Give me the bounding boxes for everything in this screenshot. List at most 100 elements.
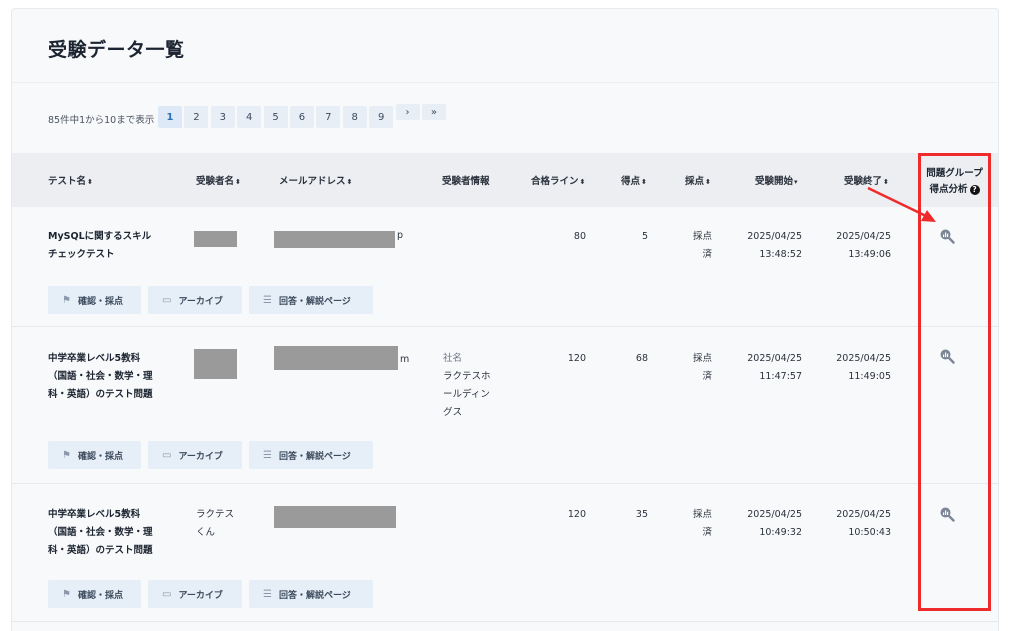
redacted-email	[274, 231, 395, 248]
redacted-examinee	[194, 349, 237, 379]
page-button-6[interactable]: 6	[289, 106, 314, 128]
grading-line: 済	[702, 527, 712, 538]
button-label: 回答・解説ページ	[278, 296, 351, 307]
answers-page-button[interactable]: ☰ 回答・解説ページ	[249, 441, 373, 469]
archive-button[interactable]: ▭ アーカイブ	[148, 580, 242, 608]
confirm-grade-button[interactable]: ⚑ 確認・採点	[48, 286, 141, 314]
row-divider	[12, 483, 998, 484]
list-icon: ☰	[263, 449, 272, 461]
answers-page-button[interactable]: ☰ 回答・解説ページ	[249, 580, 373, 608]
column-label: テスト名	[48, 176, 87, 187]
column-label: 採点	[685, 176, 705, 187]
test-name-line: 中学卒業レベル5教科	[48, 353, 141, 364]
help-icon[interactable]: ?	[969, 184, 980, 195]
page-button-1[interactable]: 1	[158, 106, 182, 128]
end-cell: 2025/04/25 13:49:06	[829, 228, 891, 264]
column-label: メールアドレス	[279, 176, 346, 187]
page-last-button[interactable]: »	[421, 104, 446, 120]
column-group-analysis: 問題グループ 得点分析?	[921, 166, 988, 198]
folder-icon: ▭	[162, 588, 172, 600]
end-date: 2025/04/25	[836, 509, 891, 520]
list-icon: ☰	[263, 294, 272, 306]
grading-line: 採点	[692, 353, 712, 364]
column-label: 得点	[621, 176, 641, 187]
column-grading[interactable]: 採点⬍	[685, 173, 711, 187]
column-label: 得点分析	[929, 184, 968, 195]
column-email[interactable]: メールアドレス⬍	[279, 173, 352, 187]
column-examinee-name[interactable]: 受験者名⬍	[196, 173, 241, 187]
grading-cell: 採点 済	[682, 228, 712, 264]
test-name-line: チェックテスト	[48, 249, 115, 260]
end-date: 2025/04/25	[836, 353, 891, 364]
column-examinee-info: 受験者情報	[442, 176, 490, 187]
page-button-8[interactable]: 8	[342, 106, 367, 128]
examinee-name-cell: ラクテス くん	[196, 506, 234, 542]
button-label: 確認・採点	[77, 590, 123, 601]
page-button-5[interactable]: 5	[263, 106, 288, 128]
page-button-7[interactable]: 7	[316, 106, 341, 128]
flag-icon: ⚑	[62, 588, 71, 600]
test-name-line: （国語・社会・数学・理	[48, 527, 153, 538]
end-date: 2025/04/25	[836, 231, 891, 242]
test-name-line: MySQLに関するスキル	[48, 231, 152, 242]
page-button-9[interactable]: 9	[369, 106, 394, 128]
confirm-grade-button[interactable]: ⚑ 確認・採点	[48, 580, 141, 608]
info-label: 社名	[443, 353, 463, 364]
column-score[interactable]: 得点⬍	[621, 173, 647, 187]
sort-desc-icon: ▾	[794, 178, 798, 186]
examinee-name-line: くん	[196, 527, 216, 538]
page-button-2[interactable]: 2	[184, 106, 209, 128]
column-start[interactable]: 受験開始▾	[755, 173, 798, 187]
end-cell: 2025/04/25 11:49:05	[829, 350, 891, 386]
info-line: グス	[443, 407, 463, 418]
email-tail: p	[397, 230, 404, 241]
row-divider	[12, 326, 998, 327]
test-name-cell: 中学卒業レベル5教科 （国語・社会・数学・理 科・英語）のテスト問題	[48, 350, 153, 404]
end-cell: 2025/04/25 10:50:43	[829, 506, 891, 542]
redacted-examinee	[194, 231, 237, 247]
start-cell: 2025/04/25 10:49:32	[740, 506, 802, 542]
score-cell: 5	[641, 231, 648, 242]
grading-line: 採点	[692, 231, 712, 242]
sort-icon: ⬍	[235, 178, 241, 186]
test-name-line: 科・英語）のテスト問題	[48, 545, 153, 556]
column-test-name[interactable]: テスト名⬍	[48, 173, 93, 187]
archive-button[interactable]: ▭ アーカイブ	[148, 441, 242, 469]
row-divider	[12, 621, 998, 622]
column-label: 受験終了	[844, 176, 883, 187]
email-tail: m	[400, 354, 410, 365]
page-button-3[interactable]: 3	[210, 106, 235, 128]
redacted-email	[274, 506, 396, 528]
table-header: テスト名⬍ 受験者名⬍ メールアドレス⬍ 受験者情報 合格ライン⬍ 得点⬍ 採点…	[12, 153, 998, 207]
archive-button[interactable]: ▭ アーカイブ	[148, 286, 242, 314]
column-pass-line[interactable]: 合格ライン⬍	[531, 173, 585, 187]
button-label: アーカイブ	[178, 296, 223, 307]
confirm-grade-button[interactable]: ⚑ 確認・採点	[48, 441, 141, 469]
page-button-4[interactable]: 4	[237, 106, 262, 128]
start-date: 2025/04/25	[747, 231, 802, 242]
start-time: 11:47:57	[759, 371, 802, 382]
folder-icon: ▭	[162, 449, 172, 461]
page-title: 受験データ一覧	[48, 39, 185, 61]
column-label: 受験者名	[196, 176, 235, 187]
pagination-summary: 85件中1から10まで表示	[48, 115, 155, 126]
title-bar: 受験データ一覧	[12, 9, 998, 83]
start-date: 2025/04/25	[747, 353, 802, 364]
analysis-column-highlight: 問題グループ 得点分析?	[918, 153, 991, 611]
grading-line: 済	[702, 371, 712, 382]
pagination: 1 2 3 4 5 6 7 8 9 › »	[158, 104, 448, 128]
sort-icon: ⬍	[346, 178, 353, 186]
grading-line: 採点	[692, 509, 712, 520]
start-cell: 2025/04/25 13:48:52	[740, 228, 802, 264]
sort-icon: ⬍	[641, 178, 647, 186]
answers-page-button[interactable]: ☰ 回答・解説ページ	[249, 286, 373, 314]
start-date: 2025/04/25	[747, 509, 802, 520]
grading-cell: 採点 済	[682, 506, 712, 542]
column-end[interactable]: 受験終了⬍	[844, 173, 889, 187]
end-time: 13:49:06	[848, 249, 891, 260]
start-time: 13:48:52	[759, 249, 802, 260]
flag-icon: ⚑	[62, 294, 71, 306]
redacted-email	[274, 346, 398, 370]
button-label: 回答・解説ページ	[278, 451, 351, 462]
page-next-button[interactable]: ›	[395, 104, 420, 120]
